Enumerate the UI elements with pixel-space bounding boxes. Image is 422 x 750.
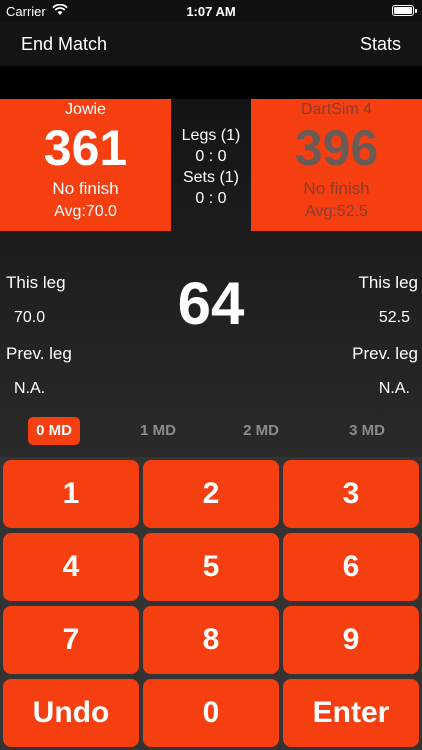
number-keypad: 1 2 3 4 5 6 7 8 9 Undo 0 Enter: [0, 457, 422, 750]
right-prev-leg-value: N.A.: [378, 380, 410, 397]
nav-bar: End Match Stats: [0, 22, 422, 66]
player1-card: Jowie 361 No finish Avg:70.0: [0, 99, 171, 231]
stats-button[interactable]: Stats: [360, 34, 401, 55]
key-9[interactable]: 9: [283, 606, 419, 674]
md-option-2[interactable]: 2 MD: [234, 417, 288, 445]
undo-button[interactable]: Undo: [3, 679, 139, 747]
key-7[interactable]: 7: [3, 606, 139, 674]
key-1[interactable]: 1: [3, 460, 139, 528]
match-info: Legs (1) 0 : 0 Sets (1) 0 : 0: [171, 99, 251, 231]
key-5[interactable]: 5: [143, 533, 279, 601]
player2-finish: No finish: [303, 179, 370, 198]
battery-icon: [392, 5, 417, 16]
player2-card: DartSim 4 396 No finish Avg:52.5: [251, 99, 422, 231]
key-6[interactable]: 6: [283, 533, 419, 601]
missed-darts-selector: 0 MD 1 MD 2 MD 3 MD: [0, 417, 422, 445]
sets-score: 0 : 0: [195, 190, 227, 207]
sets-label: Sets (1): [182, 169, 239, 186]
right-this-leg-label: This leg: [358, 273, 418, 292]
key-8[interactable]: 8: [143, 606, 279, 674]
legs-score: 0 : 0: [195, 148, 227, 165]
match-view: Jowie 361 No finish Avg:70.0 Legs (1) 0 …: [0, 99, 422, 750]
player1-avg: Avg:70.0: [54, 203, 117, 220]
right-prev-leg-label: Prev. leg: [352, 344, 418, 363]
status-time: 1:07 AM: [186, 4, 236, 19]
legs-label: Legs (1): [181, 127, 241, 144]
player1-name: Jowie: [65, 101, 106, 118]
divider-strip: [0, 66, 422, 99]
status-bar: Carrier 1:07 AM: [0, 0, 422, 22]
md-option-0[interactable]: 0 MD: [28, 417, 80, 445]
enter-button[interactable]: Enter: [283, 679, 419, 747]
key-3[interactable]: 3: [283, 460, 419, 528]
md-option-3[interactable]: 3 MD: [340, 417, 394, 445]
player2-avg: Avg:52.5: [305, 203, 368, 220]
player1-finish: No finish: [52, 179, 119, 198]
key-4[interactable]: 4: [3, 533, 139, 601]
key-2[interactable]: 2: [143, 460, 279, 528]
right-this-leg-value: 52.5: [378, 309, 410, 326]
md-option-1[interactable]: 1 MD: [131, 417, 185, 445]
key-0[interactable]: 0: [143, 679, 279, 747]
left-prev-leg-value: N.A.: [14, 380, 46, 397]
left-prev-leg-label: Prev. leg: [6, 344, 72, 363]
end-match-button[interactable]: End Match: [21, 34, 107, 55]
player2-score: 396: [294, 120, 379, 176]
player2-name: DartSim 4: [300, 101, 373, 118]
player1-score: 361: [43, 120, 128, 176]
